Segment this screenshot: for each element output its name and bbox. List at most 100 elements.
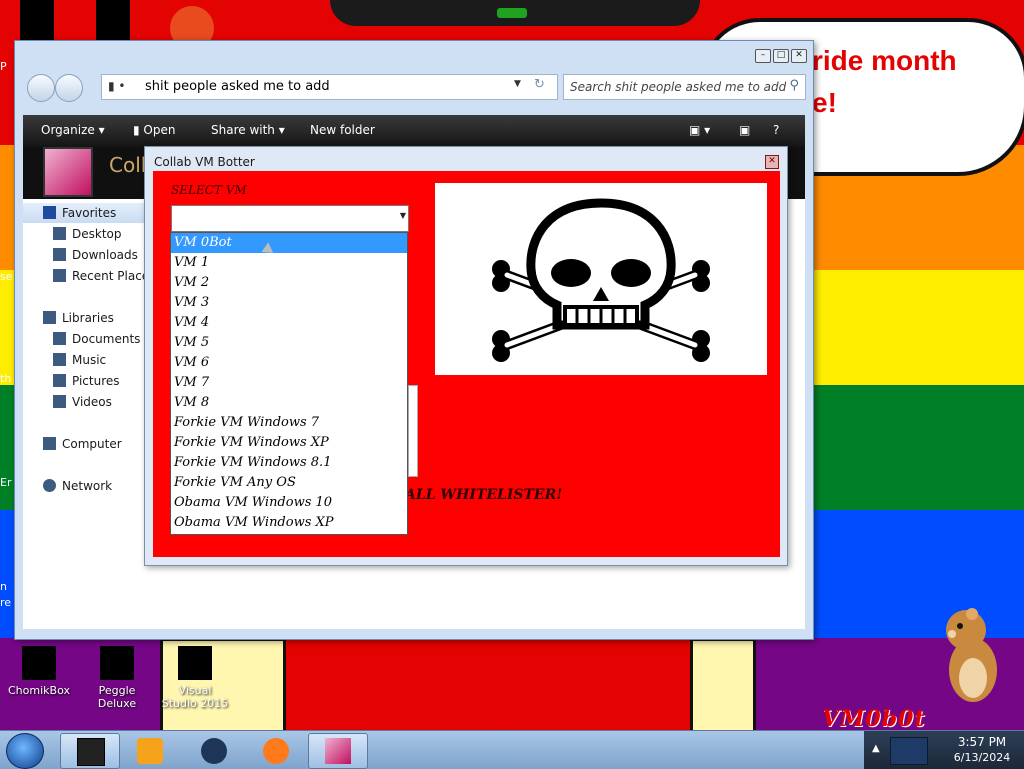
taskbar-app-media-player[interactable] [120, 733, 180, 769]
refresh-icon[interactable]: ↻ [534, 77, 545, 92]
dropdown-option[interactable]: VM 2 [171, 273, 407, 293]
taskbar-app-collab-vm-botter[interactable] [308, 733, 368, 769]
taskbar-app-globe[interactable] [184, 733, 244, 769]
desktop-icon-folder[interactable] [96, 0, 130, 40]
dropdown-option[interactable]: Obama VM Windows XP [171, 513, 407, 533]
preview-pane-icon[interactable]: ▣ [739, 123, 750, 137]
desktop-icon-label: Peggle Deluxe [97, 684, 137, 710]
help-icon[interactable]: ? [773, 123, 779, 137]
dropdown-option[interactable]: Forkie VM Any OS [171, 473, 407, 493]
start-button[interactable] [6, 733, 44, 769]
collab-folder-icon [43, 147, 93, 197]
dropdown-option[interactable]: VM 5 [171, 333, 407, 353]
nav-label: Documents [72, 332, 141, 346]
nav-computer[interactable]: Computer [43, 437, 122, 451]
nav-label: Recent Places [72, 269, 156, 283]
dropdown-option[interactable]: VM 0Bot [171, 233, 407, 253]
nav-favorites[interactable]: Favorites [43, 206, 116, 220]
search-placeholder: Search shit people asked me to add [570, 80, 787, 94]
media-player-icon [137, 738, 163, 764]
desktop-icon-chomikbox[interactable]: ChomikBox [4, 646, 74, 697]
nav-pictures[interactable]: Pictures [53, 374, 120, 388]
dropdown-option[interactable]: Forkie VM Windows XP [171, 433, 407, 453]
show-hidden-icons-icon[interactable]: ▲ [872, 743, 880, 754]
desktop-icon [53, 227, 66, 240]
skull-crossbones-icon [492, 198, 710, 362]
nav-label: Music [72, 353, 107, 367]
desktop-icon-recycle-bin[interactable] [20, 0, 54, 40]
left-edge-text: P [0, 60, 7, 73]
projector-icon[interactable] [890, 737, 928, 765]
explorer-app-icon [77, 738, 105, 766]
search-input[interactable]: Search shit people asked me to add ⚲ [563, 74, 806, 100]
dropdown-option[interactable]: VM 6 [171, 353, 407, 373]
dialog-title: Collab VM Botter [154, 155, 255, 169]
taskbar: ▲ 3:57 PM 6/13/2024 [0, 730, 1024, 769]
nav-downloads[interactable]: Downloads [53, 248, 138, 262]
wallpaper-red-shape [260, 638, 710, 730]
vm-dropdown-list[interactable]: VM 0Bot VM 1 VM 2 VM 3 VM 4 VM 5 VM 6 VM… [170, 232, 408, 535]
vmbot-logo: VM0b0t [822, 706, 926, 732]
close-button[interactable]: ✕ [791, 49, 807, 63]
nav-videos[interactable]: Videos [53, 395, 112, 409]
new-folder-button[interactable]: New folder [310, 123, 375, 137]
speech-bubble-text: ride month e! [812, 45, 957, 118]
desktop-icon-visual-studio[interactable]: Visual Studio 2015 [160, 646, 230, 710]
maximize-button[interactable]: □ [773, 49, 789, 63]
firefox-icon [263, 738, 289, 764]
globe-icon [201, 738, 227, 764]
nav-libraries[interactable]: Libraries [43, 311, 114, 325]
clock-time[interactable]: 3:57 PM [946, 735, 1018, 749]
left-edge-text: Er [0, 476, 12, 489]
back-button[interactable] [27, 74, 55, 102]
desktop-icon-peggle[interactable]: Peggle Deluxe [82, 646, 152, 710]
dropdown-option[interactable]: VM 3 [171, 293, 407, 313]
view-options-icon[interactable]: ▣ ▾ [689, 123, 710, 137]
desktop-icon-label: Visual Studio 2015 [161, 684, 229, 710]
nav-music[interactable]: Music [53, 353, 106, 367]
nav-desktop[interactable]: Desktop [53, 227, 122, 241]
nav-label: Favorites [62, 206, 117, 220]
clock-date[interactable]: 6/13/2024 [946, 751, 1018, 764]
close-button[interactable]: ✕ [765, 155, 779, 169]
system-tray: ▲ 3:57 PM 6/13/2024 [864, 731, 1024, 769]
dropdown-option[interactable]: Forkie VM Windows 7 [171, 413, 407, 433]
chevron-down-icon[interactable]: ▼ [400, 211, 406, 220]
select-vm-label: SELECT VM [171, 183, 247, 197]
visual-studio-icon [178, 646, 212, 680]
search-icon[interactable]: ⚲ [789, 78, 799, 93]
address-bar[interactable]: ▮ • shit people asked me to add ▼ ↻ [101, 74, 558, 100]
nav-documents[interactable]: Documents [53, 332, 140, 346]
organize-button[interactable]: Organize ▾ [41, 123, 105, 137]
open-label: Open [143, 123, 176, 137]
nav-label: Pictures [72, 374, 120, 388]
music-icon [53, 353, 66, 366]
forward-button[interactable] [55, 74, 83, 102]
window-caption-buttons: – □ ✕ [755, 49, 807, 63]
collab-vm-botter-icon [325, 738, 351, 764]
downloads-icon [53, 248, 66, 261]
dropdown-option[interactable]: VM 4 [171, 313, 407, 333]
dropdown-option[interactable]: Obama VM Windows 10 [171, 493, 407, 513]
nav-recent-places[interactable]: Recent Places [53, 269, 155, 283]
dropdown-option[interactable]: Forkie VM Windows 8.1 [171, 453, 407, 473]
vm-select-combobox[interactable]: ▼ [171, 205, 409, 232]
explorer-toolbar: Organize ▾ ▮ Open Share with ▾ New folde… [23, 115, 805, 147]
dropdown-option[interactable]: VM 7 [171, 373, 407, 393]
share-with-button[interactable]: Share with ▾ [211, 123, 285, 137]
taskbar-app-firefox[interactable] [246, 733, 306, 769]
chevron-down-icon[interactable]: ▼ [514, 79, 521, 89]
taskbar-app-explorer[interactable] [60, 733, 120, 769]
wallpaper-yellow-shape-2 [690, 638, 756, 730]
open-button[interactable]: ▮ Open [133, 123, 175, 137]
computer-icon [43, 437, 56, 450]
dropdown-option[interactable]: VM 8 [171, 393, 407, 413]
star-icon [43, 206, 56, 219]
dropdown-option[interactable]: VM 1 [171, 253, 407, 273]
minimize-button[interactable]: – [755, 49, 771, 63]
folder-icon: ▮ • [108, 79, 126, 93]
scrollbar[interactable] [408, 385, 418, 477]
nav-network[interactable]: Network [43, 479, 112, 493]
network-icon [43, 479, 56, 492]
wallpaper-top-light [497, 8, 527, 18]
